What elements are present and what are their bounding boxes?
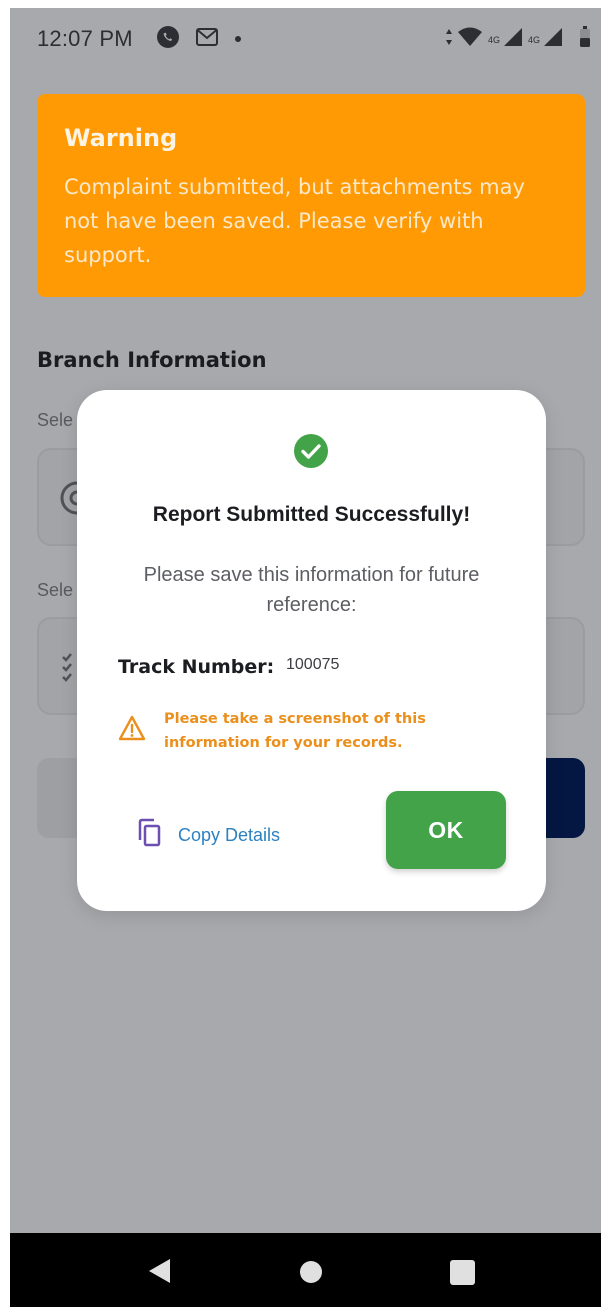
- warning-message: Complaint submitted, but attachments may…: [64, 175, 525, 267]
- track-number-value: 100075: [286, 656, 340, 673]
- gmail-icon: [195, 27, 219, 52]
- status-icons-right: 4G 4G: [445, 26, 591, 53]
- warning-title: Warning: [64, 124, 178, 152]
- warning-banner: Warning Complaint submitted, but attachm…: [37, 94, 585, 297]
- data-arrows-icon: [445, 28, 453, 51]
- network-label-1: 4G: [487, 34, 500, 45]
- check-circle-icon: [293, 433, 329, 469]
- copy-icon: [136, 818, 164, 853]
- signal-icon: [503, 27, 523, 52]
- recents-icon[interactable]: [450, 1260, 475, 1285]
- ok-button[interactable]: OK: [386, 791, 506, 869]
- dialog-message: Please save this information for future …: [143, 564, 480, 616]
- section-title: Branch Information: [37, 348, 267, 372]
- status-time: 12:07 PM: [37, 26, 133, 51]
- dot-icon: [233, 31, 243, 49]
- branch-select-label: Sele: [37, 410, 74, 430]
- track-number-label: Track Number:: [118, 656, 275, 678]
- warning-triangle-icon: [118, 715, 146, 741]
- dialog-title: Report Submitted Successfully!: [152, 503, 471, 526]
- copy-details-button[interactable]: Copy Details: [136, 815, 280, 855]
- copy-details-label: Copy Details: [178, 824, 281, 845]
- wifi-icon: [457, 27, 483, 52]
- network-label-2: 4G: [527, 34, 540, 45]
- screenshot-hint: Please take a screenshot of this informa…: [164, 711, 426, 751]
- whatsapp-icon: [155, 24, 181, 55]
- status-bar: 12:07 PM 4G 4G: [10, 8, 601, 74]
- battery-icon: [579, 26, 591, 53]
- back-icon[interactable]: [146, 1257, 172, 1290]
- signal-icon: [543, 27, 563, 52]
- navigation-bar: [10, 1233, 601, 1307]
- home-icon[interactable]: [300, 1261, 322, 1283]
- screen: 12:07 PM 4G 4G Warning Complaint submitt…: [10, 8, 601, 1233]
- category-select-label: Sele: [37, 580, 74, 600]
- success-dialog: Report Submitted Successfully! Please sa…: [77, 390, 546, 911]
- status-icons-left: [155, 24, 243, 55]
